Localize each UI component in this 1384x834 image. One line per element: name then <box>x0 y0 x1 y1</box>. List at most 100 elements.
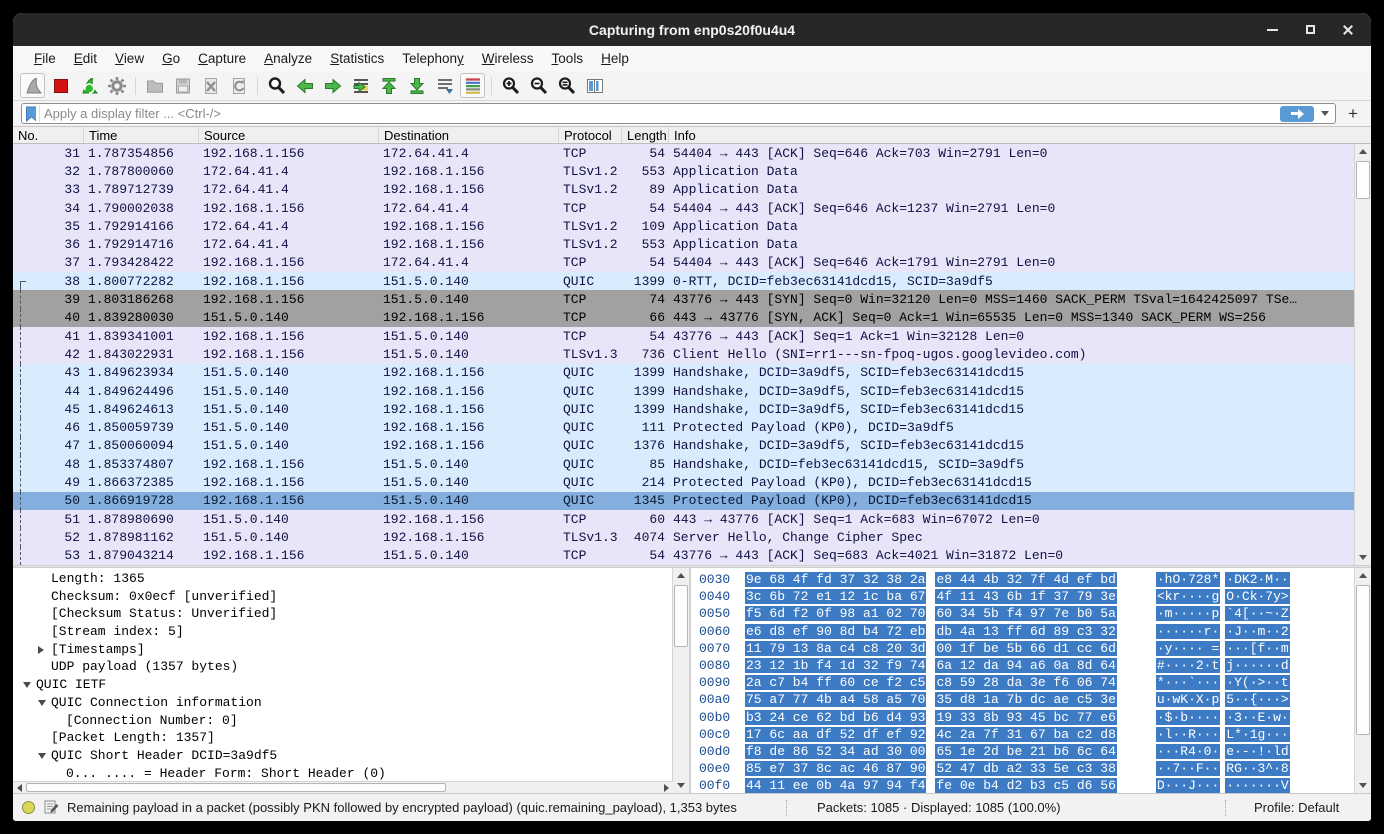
scrollbar-thumb[interactable] <box>1356 161 1370 199</box>
detail-tree-item[interactable]: UDP payload (1357 bytes) <box>13 658 672 676</box>
ascii-bytes[interactable]: *···`··· <box>1156 675 1220 690</box>
menu-help[interactable]: Help <box>592 48 638 69</box>
ascii-bytes[interactable]: ·······V <box>1225 778 1289 793</box>
hex-bytes[interactable]: 4f 11 43 6b 1f 37 79 3e <box>935 589 1116 604</box>
hex-bytes[interactable]: b3 24 ce 62 bd b6 d4 93 <box>745 710 926 725</box>
packet-row[interactable]: 531.879043214192.168.1.156151.5.0.140TCP… <box>13 547 1354 565</box>
hex-bytes[interactable]: 44 11 ee 0b 4a 97 94 f4 <box>745 778 926 793</box>
ascii-bytes[interactable]: ···[f··m <box>1225 641 1289 656</box>
next-packet-icon[interactable] <box>320 73 345 98</box>
column-header-no[interactable]: No. <box>13 127 84 143</box>
scroll-down-icon[interactable] <box>1355 550 1371 565</box>
hex-bytes[interactable]: c8 59 28 da 3e f6 06 74 <box>935 675 1116 690</box>
packet-row[interactable]: 311.787354856192.168.1.156172.64.41.4TCP… <box>13 144 1354 162</box>
hex-row[interactable]: 00f044 11 ee 0b 4a 97 94 f4fe 0e b4 d2 b… <box>699 777 1354 793</box>
detail-tree-item[interactable]: [Timestamps] <box>13 641 672 659</box>
ascii-bytes[interactable]: ·hO·728* <box>1156 572 1220 587</box>
packet-row[interactable]: 341.790002038192.168.1.156172.64.41.4TCP… <box>13 199 1354 217</box>
last-packet-icon[interactable] <box>404 73 429 98</box>
column-header-destination[interactable]: Destination <box>379 127 559 143</box>
detail-tree-item[interactable]: Checksum: 0x0ecf [unverified] <box>13 588 672 606</box>
expand-open-icon[interactable] <box>23 682 36 688</box>
bookmark-icon[interactable] <box>25 105 40 122</box>
hex-bytes[interactable]: e8 44 4b 32 7f 4d ef bd <box>935 572 1116 587</box>
hex-bytes[interactable]: 19 33 8b 93 45 bc 77 e6 <box>935 710 1116 725</box>
detail-tree-item[interactable]: QUIC IETF <box>13 676 672 694</box>
detail-tree-item[interactable]: QUIC Short Header DCID=3a9df5 <box>13 747 672 765</box>
menu-analyze[interactable]: Analyze <box>255 48 321 69</box>
maximize-button[interactable] <box>1303 23 1317 37</box>
ascii-bytes[interactable]: ·m·····p <box>1156 606 1220 621</box>
menu-tools[interactable]: Tools <box>543 48 593 69</box>
zoom-in-icon[interactable] <box>498 73 523 98</box>
display-filter-field[interactable] <box>21 103 1336 124</box>
packet-row[interactable]: 521.878981162151.5.0.140192.168.1.156TLS… <box>13 528 1354 546</box>
hex-bytes[interactable]: 2a c7 b4 ff 60 ce f2 c5 <box>745 675 926 690</box>
hex-bytes[interactable]: 23 12 1b f4 1d 32 f9 74 <box>745 658 926 673</box>
hex-row[interactable]: 0050f5 6d f2 0f 98 a1 02 7060 34 5b f4 9… <box>699 605 1354 622</box>
menu-edit[interactable]: Edit <box>65 48 106 69</box>
hex-bytes[interactable]: 3c 6b 72 e1 12 1c ba 67 <box>745 589 926 604</box>
expand-closed-icon[interactable] <box>38 646 51 654</box>
hex-row[interactable]: 00e085 e7 37 8c ac 46 87 9052 47 db a2 3… <box>699 760 1354 777</box>
packet-row[interactable]: 461.850059739151.5.0.140192.168.1.156QUI… <box>13 418 1354 436</box>
column-header-length[interactable]: Length <box>622 127 669 143</box>
ascii-bytes[interactable]: #····2·t <box>1156 658 1220 673</box>
scroll-up-icon[interactable] <box>1355 568 1371 583</box>
save-file-icon[interactable] <box>170 73 195 98</box>
packet-row[interactable]: 511.878980690151.5.0.140192.168.1.156TCP… <box>13 510 1354 528</box>
restart-capture-icon[interactable] <box>76 73 101 98</box>
ascii-bytes[interactable]: ···R4·0· <box>1156 744 1220 759</box>
detail-tree-item[interactable]: Length: 1365 <box>13 570 672 588</box>
add-filter-button[interactable]: + <box>1343 104 1363 124</box>
scroll-right-icon[interactable] <box>660 782 673 794</box>
column-header-time[interactable]: Time <box>84 127 199 143</box>
scroll-up-icon[interactable] <box>673 568 689 583</box>
packet-row[interactable]: 331.789712739172.64.41.4192.168.1.156TLS… <box>13 181 1354 199</box>
hex-bytes[interactable]: 4c 2a 7f 31 67 ba c2 d8 <box>935 727 1116 742</box>
detail-hscrollbar[interactable] <box>13 781 673 793</box>
reload-file-icon[interactable] <box>226 73 251 98</box>
hex-row[interactable]: 00403c 6b 72 e1 12 1c ba 674f 11 43 6b 1… <box>699 588 1354 605</box>
ascii-bytes[interactable]: j······d <box>1225 658 1289 673</box>
column-header-protocol[interactable]: Protocol <box>559 127 622 143</box>
menu-capture[interactable]: Capture <box>189 48 255 69</box>
ascii-bytes[interactable]: 5··{···> <box>1225 692 1289 707</box>
packet-row[interactable]: 371.793428422192.168.1.156172.64.41.4TCP… <box>13 254 1354 272</box>
hex-bytes[interactable]: 35 d8 1a 7b dc ae c5 3e <box>935 692 1116 707</box>
auto-scroll-icon[interactable] <box>432 73 457 98</box>
hex-scrollbar[interactable] <box>1354 568 1371 793</box>
hex-bytes[interactable]: 52 47 db a2 33 5e c3 38 <box>935 761 1116 776</box>
ascii-bytes[interactable]: RG··3^·8 <box>1225 761 1289 776</box>
packet-row[interactable]: 501.866919728192.168.1.156151.5.0.140QUI… <box>13 492 1354 510</box>
hex-row[interactable]: 00d0f8 de 86 52 34 ad 30 0065 1e 2d be 2… <box>699 743 1354 760</box>
detail-tree-item[interactable]: [Connection Number: 0] <box>13 712 672 730</box>
previous-packet-icon[interactable] <box>292 73 317 98</box>
scroll-left-icon[interactable] <box>13 782 26 794</box>
ascii-bytes[interactable]: `4[··~·Z <box>1225 606 1289 621</box>
menu-statistics[interactable]: Statistics <box>321 48 393 69</box>
hex-bytes[interactable]: 75 a7 77 4b a4 58 a5 70 <box>745 692 926 707</box>
detail-tree-item[interactable]: [Checksum Status: Unverified] <box>13 605 672 623</box>
scroll-down-icon[interactable] <box>673 778 689 793</box>
open-file-icon[interactable] <box>142 73 167 98</box>
scrollbar-thumb[interactable] <box>1356 585 1370 735</box>
filter-dropdown-caret[interactable] <box>1321 111 1329 116</box>
hex-bytes[interactable]: 85 e7 37 8c ac 46 87 90 <box>745 761 926 776</box>
scrollbar-thumb[interactable] <box>674 585 688 647</box>
packet-row[interactable]: 431.849623934151.5.0.140192.168.1.156QUI… <box>13 364 1354 382</box>
ascii-bytes[interactable]: e·-·!·ld <box>1225 744 1289 759</box>
hex-bytes[interactable]: 9e 68 4f fd 37 32 38 2a <box>745 572 926 587</box>
ascii-bytes[interactable]: L*·1g··· <box>1225 727 1289 742</box>
packet-list-scrollbar[interactable] <box>1354 144 1371 565</box>
packet-row[interactable]: 321.787800060172.64.41.4192.168.1.156TLS… <box>13 162 1354 180</box>
packet-row[interactable]: 491.866372385192.168.1.156151.5.0.140QUI… <box>13 473 1354 491</box>
find-packet-icon[interactable] <box>264 73 289 98</box>
hex-bytes[interactable]: 17 6c aa df 52 df ef 92 <box>745 727 926 742</box>
capture-options-icon[interactable] <box>104 73 129 98</box>
ascii-bytes[interactable]: ·J··m··2 <box>1225 624 1289 639</box>
packet-row[interactable]: 471.850060094151.5.0.140192.168.1.156QUI… <box>13 437 1354 455</box>
hex-bytes[interactable]: 65 1e 2d be 21 b6 6c 64 <box>935 744 1116 759</box>
hex-bytes[interactable]: f8 de 86 52 34 ad 30 00 <box>745 744 926 759</box>
packet-row[interactable]: 381.800772282192.168.1.156151.5.0.140QUI… <box>13 272 1354 290</box>
